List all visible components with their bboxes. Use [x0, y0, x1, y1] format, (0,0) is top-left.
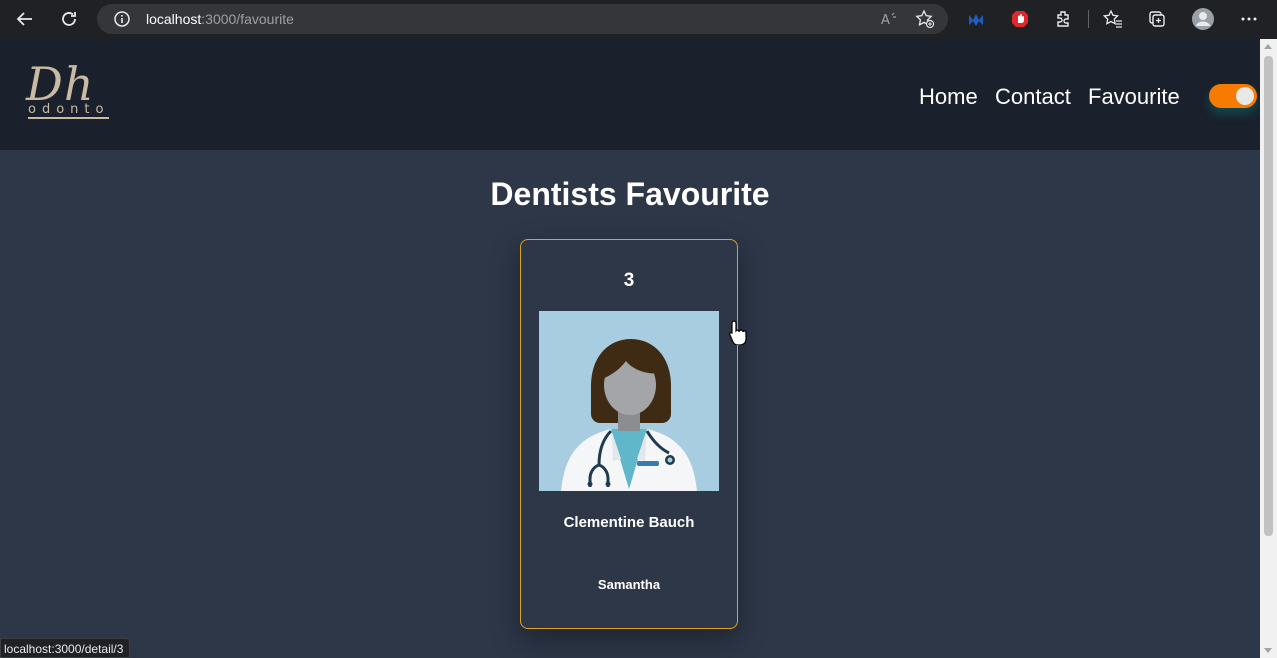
logo-sub-text: odonto [28, 102, 110, 119]
favorites-icon[interactable] [1102, 8, 1124, 30]
extensions-icon[interactable] [1053, 8, 1075, 30]
site-header [0, 39, 1260, 150]
back-icon[interactable] [13, 7, 37, 31]
url-text: localhost:3000/favourite [146, 11, 294, 27]
profile-avatar-icon[interactable] [1190, 6, 1216, 32]
svg-text:A: A [881, 13, 890, 28]
info-icon[interactable] [113, 10, 131, 28]
collections-icon[interactable] [1146, 8, 1168, 30]
read-aloud-icon[interactable]: A [879, 9, 899, 29]
nav-home-link[interactable]: Home [919, 84, 978, 110]
adblock-extension-icon[interactable] [1009, 8, 1031, 30]
add-favorite-icon[interactable] [915, 9, 935, 29]
theme-toggle[interactable] [1209, 84, 1257, 108]
dentist-id: 3 [623, 270, 635, 291]
link-status-bar: localhost:3000/detail/3 [0, 638, 131, 658]
nav-favourite-link[interactable]: Favourite [1088, 84, 1180, 110]
scroll-down-arrow-icon[interactable] [1264, 648, 1272, 653]
browser-toolbar: localhost:3000/favourite A [0, 0, 1277, 39]
page-title: Dentists Favourite [490, 176, 770, 212]
refresh-icon[interactable] [57, 7, 81, 31]
theme-toggle-knob [1236, 87, 1254, 105]
doctor-avatar-image [539, 311, 719, 491]
page-scrollbar[interactable] [1260, 39, 1277, 658]
address-bar[interactable]: localhost:3000/favourite A [97, 4, 948, 34]
nav-contact-link[interactable]: Contact [995, 84, 1071, 110]
scroll-up-arrow-icon[interactable] [1264, 44, 1272, 49]
url-host: localhost [146, 11, 202, 27]
url-path: :3000/favourite [201, 11, 294, 27]
scrollbar-thumb[interactable] [1264, 56, 1273, 536]
dentist-card[interactable]: 3 Clementine Bauch Samantha [520, 239, 738, 629]
more-menu-icon[interactable] [1238, 8, 1260, 30]
hand-cursor-icon [729, 319, 747, 350]
dentist-name: Clementine Bauch [563, 514, 695, 531]
site-logo[interactable]: Dh odonto [26, 59, 156, 121]
toolbar-separator [1088, 10, 1089, 28]
dentist-username: Samantha [597, 577, 661, 592]
malwarebytes-extension-icon[interactable] [965, 8, 987, 30]
